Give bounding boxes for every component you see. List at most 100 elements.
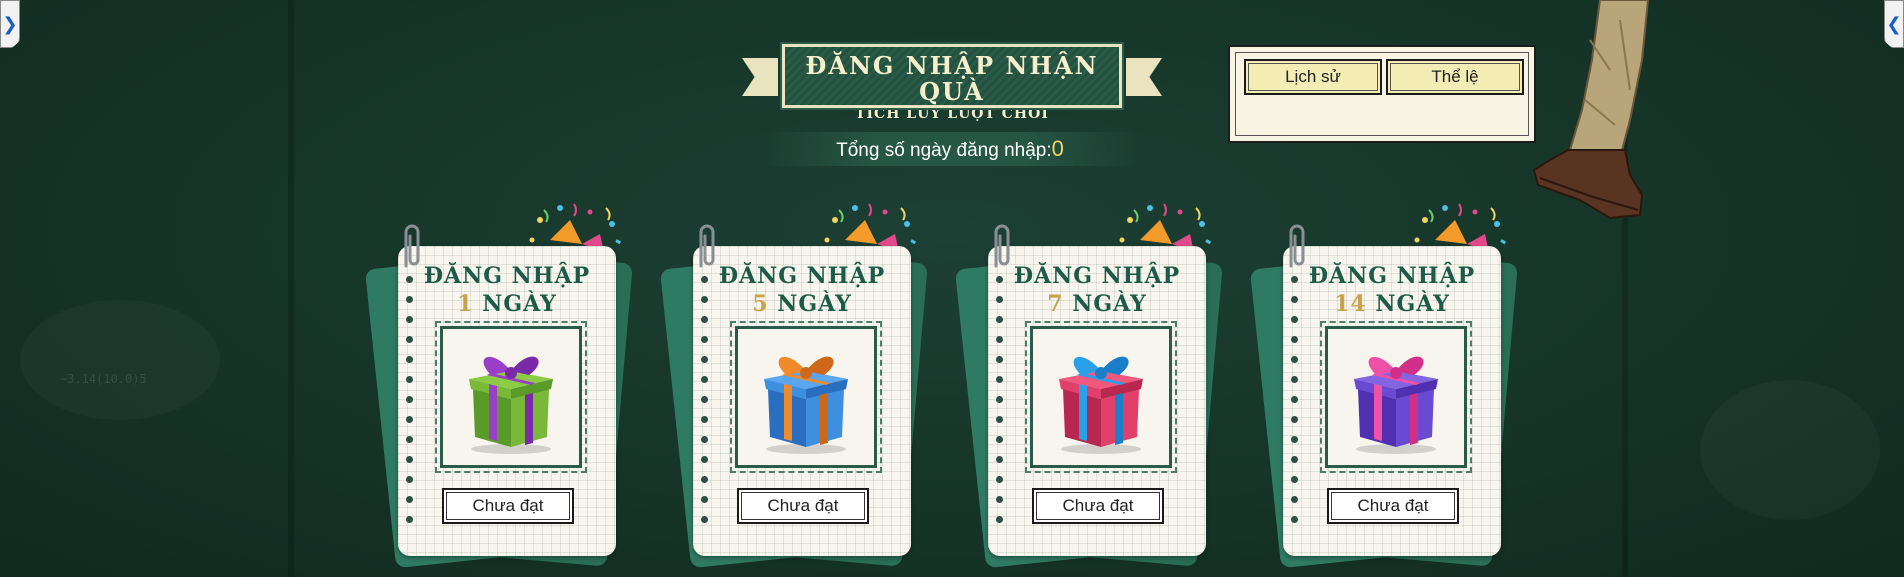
binder-hole [406,396,413,403]
binder-hole [701,476,708,483]
banner-box: ĐĂNG NHẬP NHẬN QUÀ TÍCH LŨY LƯỢT CHƠI [780,42,1124,122]
binder-hole [996,416,1003,423]
binder-hole [1291,516,1298,523]
reward-card-paper: ĐĂNG NHẬP 1 NGÀY Chưa đạt [398,246,616,556]
reward-card-days: 7 NGÀY [988,290,1206,318]
binder-hole [1291,336,1298,343]
binder-hole [1291,436,1298,443]
binder-hole [996,376,1003,383]
paperclip-icon [1283,222,1309,272]
chalk-smudge [20,300,220,420]
chevron-left-icon: ❮ [1886,13,1902,35]
reward-days-number: 1 [457,291,474,317]
ribbon-right [1126,58,1162,96]
binder-hole [701,496,708,503]
binder-hole [996,396,1003,403]
paperclip-icon [398,222,424,272]
page-subtitle: TÍCH LŨY LƯỢT CHƠI [855,106,1049,122]
binder-hole [996,496,1003,503]
page-title: ĐĂNG NHẬP NHẬN QUÀ [805,51,1099,106]
info-panel: Lịch sử Thể lệ [1228,45,1536,143]
reward-card: ĐĂNG NHẬP 14 NGÀY Chưa đạt [1249,200,1525,570]
reward-card-title: ĐĂNG NHẬP 5 NGÀY [693,262,911,318]
binder-hole [996,516,1003,523]
reward-card-heading: ĐĂNG NHẬP [423,263,591,289]
reward-card-title: ĐĂNG NHẬP 1 NGÀY [398,262,616,318]
ribbon-left [742,58,778,96]
reward-card: ĐĂNG NHẬP 1 NGÀY Chưa đạt [364,200,640,570]
binder-hole [996,476,1003,483]
claim-status-button[interactable]: Chưa đạt [737,488,869,524]
reward-card-heading: ĐĂNG NHẬP [1308,263,1476,289]
paperclip-icon [693,222,719,272]
binder-hole [1291,476,1298,483]
side-panel-expand-right-button[interactable]: ❮ [1884,0,1904,48]
binder-hole [701,396,708,403]
rules-button[interactable]: Thể lệ [1386,59,1524,95]
login-total-value: 0 [1051,136,1064,161]
title-banner: ĐĂNG NHẬP NHẬN QUÀ TÍCH LŨY LƯỢT CHƠI [742,42,1162,122]
chalk-smudge [1700,380,1880,520]
binder-hole [996,356,1003,363]
paperclip-icon [988,222,1014,272]
gift-frame [1320,321,1472,473]
binder-hole [406,496,413,503]
binder-hole [406,456,413,463]
binder-hole [1291,456,1298,463]
history-button[interactable]: Lịch sử [1244,59,1382,95]
reward-card-days: 1 NGÀY [398,290,616,318]
binder-hole [406,356,413,363]
reward-card: ĐĂNG NHẬP 5 NGÀY Chưa đạt [659,200,935,570]
reward-card-heading: ĐĂNG NHẬP [718,263,886,289]
side-panel-expand-left-button[interactable]: ❯ [0,0,20,48]
reward-card-days: 14 NGÀY [1283,290,1501,318]
reward-card-days: 5 NGÀY [693,290,911,318]
binder-hole [701,416,708,423]
login-total-bar: Tổng số ngày đăng nhập:0 [760,132,1140,166]
chevron-right-icon: ❯ [2,13,18,35]
board-divider-left [288,0,294,577]
reward-card-paper: ĐĂNG NHẬP 7 NGÀY Chưa đạt [988,246,1206,556]
chalk-scribble: −3.14(10.0)5 [60,372,147,386]
reward-days-label: NGÀY [482,291,557,317]
claim-status-button[interactable]: Chưa đạt [442,488,574,524]
binder-hole [701,436,708,443]
binder-hole [406,436,413,443]
gift-frame [435,321,587,473]
binder-hole [701,516,708,523]
binder-hole [406,516,413,523]
claim-status-button[interactable]: Chưa đạt [1032,488,1164,524]
reward-days-label: NGÀY [777,291,852,317]
binder-hole [1291,376,1298,383]
binder-hole [701,456,708,463]
claim-status-button[interactable]: Chưa đạt [1327,488,1459,524]
reward-card-paper: ĐĂNG NHẬP 14 NGÀY Chưa đạt [1283,246,1501,556]
binder-hole [701,336,708,343]
binder-hole [996,456,1003,463]
reward-card-title: ĐĂNG NHẬP 7 NGÀY [988,262,1206,318]
reward-days-number: 5 [752,291,769,317]
reward-card-paper: ĐĂNG NHẬP 5 NGÀY Chưa đạt [693,246,911,556]
reward-days-number: 14 [1334,291,1367,317]
binder-hole [1291,496,1298,503]
binder-hole [701,376,708,383]
binder-hole [406,336,413,343]
binder-hole [701,356,708,363]
character-leg-illustration [1532,0,1650,220]
binder-hole [1291,356,1298,363]
reward-days-label: NGÀY [1072,291,1147,317]
binder-hole [1291,416,1298,423]
binder-hole [1291,396,1298,403]
reward-days-label: NGÀY [1375,291,1450,317]
binder-hole [406,476,413,483]
reward-days-number: 7 [1047,291,1064,317]
reward-card: ĐĂNG NHẬP 7 NGÀY Chưa đạt [954,200,1230,570]
gift-frame [730,321,882,473]
gift-frame [1025,321,1177,473]
binder-hole [406,376,413,383]
login-total-label: Tổng số ngày đăng nhập: [836,140,1052,161]
binder-hole [996,336,1003,343]
binder-hole [406,416,413,423]
reward-card-title: ĐĂNG NHẬP 14 NGÀY [1283,262,1501,318]
binder-hole [996,436,1003,443]
